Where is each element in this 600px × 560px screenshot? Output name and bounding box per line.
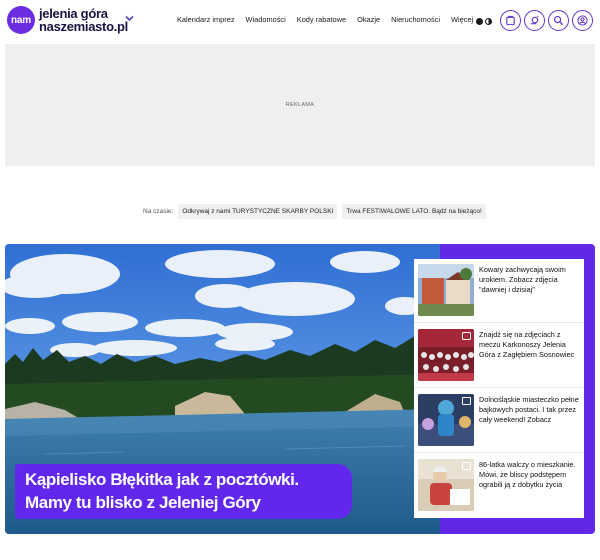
half-moon-icon bbox=[485, 17, 492, 25]
user-icon bbox=[577, 15, 588, 26]
weather-button[interactable] bbox=[524, 10, 545, 31]
article-thumbnail[interactable] bbox=[418, 264, 474, 316]
logo-line-2: naszemiasto.pl bbox=[39, 19, 128, 34]
nav-item-more-label: Więcej bbox=[450, 15, 474, 24]
weather-icon bbox=[530, 15, 539, 25]
side-article-list: Kowary zachwycają swoim urokiem. Zobacz … bbox=[414, 259, 584, 518]
nav-item-discount-codes[interactable]: Kody rabatowe bbox=[297, 15, 346, 24]
list-item[interactable]: 86-latka walczy o mieszkanie. Mówi, że b… bbox=[414, 454, 584, 518]
search-button[interactable] bbox=[548, 10, 569, 31]
side-article-title[interactable]: Znajdź się na zdjęciach z meczu Karkonos… bbox=[479, 330, 579, 360]
nav-item-calendar[interactable]: Kalendarz imprez bbox=[177, 15, 235, 24]
list-item[interactable]: Znajdź się na zdjęciach z meczu Karkonos… bbox=[414, 324, 584, 388]
dark-mode-dot-icon bbox=[476, 17, 483, 25]
nav-item-news[interactable]: Wiadomości bbox=[246, 15, 286, 24]
article-thumbnail[interactable] bbox=[418, 394, 474, 446]
user-account-button[interactable] bbox=[572, 10, 593, 31]
nav-item-real-estate[interactable]: Nieruchomości bbox=[391, 15, 440, 24]
camera-icon bbox=[462, 462, 471, 470]
chevron-down-icon[interactable] bbox=[125, 13, 134, 25]
side-article-title[interactable]: 86-latka walczy o mieszkanie. Mówi, że b… bbox=[479, 460, 579, 490]
ad-label: REKLAMA bbox=[285, 102, 315, 108]
trending-label: Na czasie: bbox=[143, 208, 174, 215]
site-header: nam jelenia góra naszemiasto.pl Kalendar… bbox=[0, 0, 600, 44]
search-icon bbox=[553, 15, 564, 26]
newspaper-button[interactable] bbox=[500, 10, 521, 31]
main-nav: Kalendarz imprez Wiadomości Kody rabatow… bbox=[177, 15, 480, 24]
logo-badge[interactable]: nam bbox=[7, 6, 35, 34]
site-logo[interactable]: jelenia góra naszemiasto.pl bbox=[39, 7, 128, 33]
nav-item-deals[interactable]: Okazje bbox=[357, 15, 380, 24]
side-article-title[interactable]: Dolnośląskie miasteczko pełne bajkowych … bbox=[479, 395, 579, 425]
thumbnail-kowary-image bbox=[418, 264, 474, 316]
theme-toggle[interactable] bbox=[474, 14, 496, 28]
camera-icon bbox=[462, 397, 471, 405]
trending-chip-tourism[interactable]: Odkrywaj z nami TURYSTYCZNE SKARBY POLSK… bbox=[178, 204, 338, 219]
trending-chip-festival[interactable]: Trwa FESTIWALOWE LATO. Bądź na bieżąco! bbox=[342, 204, 486, 219]
article-thumbnail[interactable] bbox=[418, 459, 474, 511]
camera-icon bbox=[462, 332, 471, 340]
newspaper-icon bbox=[506, 15, 515, 26]
trending-bar: Na czasie: Odkrywaj z nami TURYSTYCZNE S… bbox=[143, 204, 486, 219]
side-article-title[interactable]: Kowary zachwycają swoim urokiem. Zobacz … bbox=[479, 265, 579, 295]
list-item[interactable]: Dolnośląskie miasteczko pełne bajkowych … bbox=[414, 389, 584, 453]
article-thumbnail[interactable] bbox=[418, 329, 474, 381]
list-item[interactable]: Kowary zachwycają swoim urokiem. Zobacz … bbox=[414, 259, 584, 323]
advertisement-slot[interactable]: REKLAMA bbox=[5, 44, 595, 166]
hero-headline[interactable]: Kąpielisko Błękitka jak z pocztówki. Mam… bbox=[15, 464, 352, 519]
